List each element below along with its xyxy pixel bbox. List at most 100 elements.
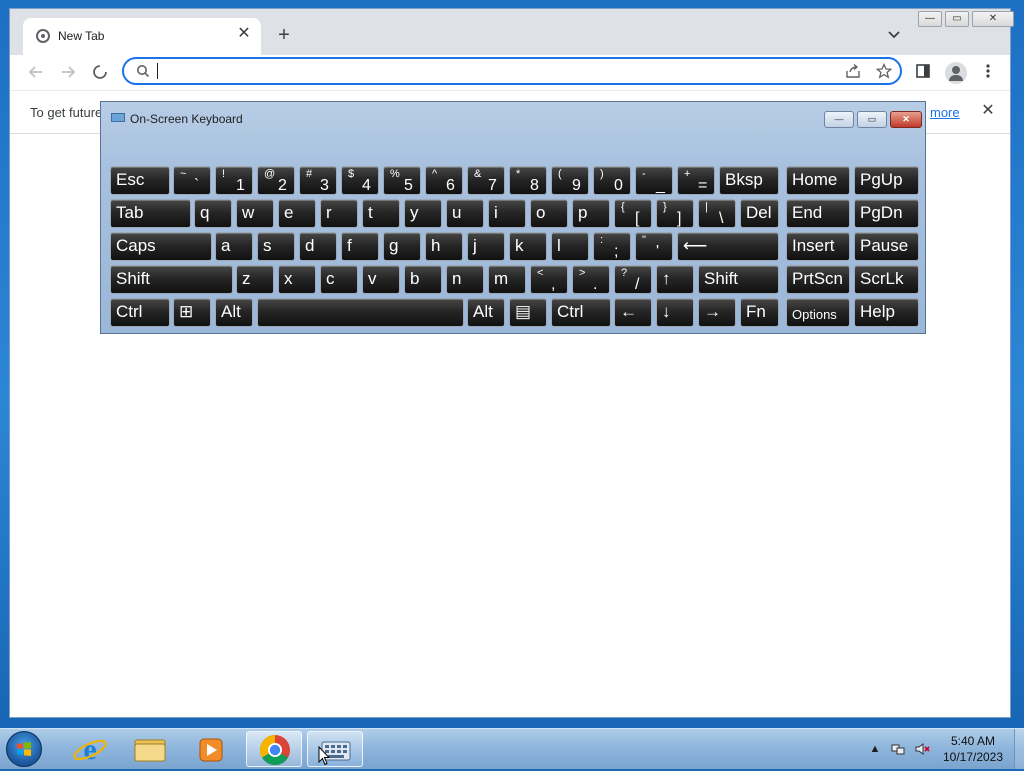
osk-key[interactable]: p [572, 199, 610, 228]
window-maximize-button[interactable]: ▭ [945, 11, 969, 27]
osk-key[interactable]: e [278, 199, 316, 228]
osk-key[interactable]: <, [530, 265, 568, 294]
osk-key[interactable]: Ctrl [551, 298, 611, 327]
osk-key[interactable]: x [278, 265, 316, 294]
osk-key[interactable]: n [446, 265, 484, 294]
osk-key[interactable]: Home [786, 166, 850, 195]
osk-key[interactable]: k [509, 232, 547, 261]
osk-key[interactable]: (9 [551, 166, 589, 195]
info-bar-learn-more-link[interactable]: more [930, 105, 960, 120]
osk-key[interactable]: l [551, 232, 589, 261]
osk-key[interactable]: Alt [215, 298, 253, 327]
osk-key[interactable]: % 5 [383, 166, 421, 195]
tab-search-chevron-icon[interactable] [886, 27, 902, 43]
system-clock[interactable]: 5:40 AM 10/17/2023 [938, 733, 1008, 765]
osk-key[interactable]: Del [740, 199, 779, 228]
media-player-taskbar-button[interactable] [183, 731, 239, 767]
osk-key[interactable]: | \ [698, 199, 736, 228]
start-button[interactable] [6, 731, 42, 767]
osk-key[interactable]: Options [786, 298, 850, 327]
forward-arrow-icon[interactable] [58, 63, 78, 83]
info-bar-close-icon[interactable]: ✕ [978, 101, 998, 121]
osk-key[interactable]: {[ [614, 199, 652, 228]
osk-key[interactable]: a [215, 232, 253, 261]
osk-key[interactable]: g [383, 232, 421, 261]
osk-key-space[interactable] [257, 298, 464, 327]
profile-icon[interactable] [945, 62, 967, 84]
address-bar[interactable] [122, 57, 902, 85]
osk-key[interactable]: >. [572, 265, 610, 294]
osk-key[interactable]: z [236, 265, 274, 294]
osk-key[interactable]: c [320, 265, 358, 294]
osk-key[interactable]: #3 [299, 166, 337, 195]
osk-key[interactable]: ⊞ [173, 298, 211, 327]
osk-key[interactable]: - _ [635, 166, 673, 195]
osk-key[interactable]: Ctrl [110, 298, 170, 327]
osk-key[interactable]: $4 [341, 166, 379, 195]
volume-muted-icon[interactable] [915, 742, 930, 756]
osk-key[interactable]: y [404, 199, 442, 228]
osk-key[interactable]: * 8 [509, 166, 547, 195]
osk-key[interactable]: ← [614, 298, 652, 327]
internet-explorer-taskbar-button[interactable]: e [62, 731, 118, 767]
osk-key[interactable]: b [404, 265, 442, 294]
osk-key[interactable]: PgUp [854, 166, 919, 195]
osk-key[interactable]: Bksp [719, 166, 779, 195]
osk-key[interactable]: i [488, 199, 526, 228]
osk-close-button[interactable]: ✕ [890, 111, 922, 128]
osk-key[interactable]: q [194, 199, 232, 228]
osk-key[interactable]: f [341, 232, 379, 261]
chrome-taskbar-button[interactable] [246, 731, 302, 767]
osk-key[interactable]: ↑ [656, 265, 694, 294]
window-minimize-button[interactable]: — [918, 11, 942, 27]
osk-key[interactable]: j [467, 232, 505, 261]
back-arrow-icon[interactable] [26, 63, 46, 83]
osk-key[interactable]: Fn [740, 298, 779, 327]
osk-restore-button[interactable]: ▭ [857, 111, 887, 128]
show-hidden-icons-arrow[interactable]: ▲ [868, 742, 882, 756]
window-close-button[interactable]: ✕ [972, 11, 1014, 27]
osk-key[interactable]: + = [677, 166, 715, 195]
side-panel-icon[interactable] [913, 63, 933, 83]
tab-new-tab[interactable]: New Tab ✕ [23, 18, 261, 55]
osk-key[interactable]: w [236, 199, 274, 228]
osk-key[interactable]: End [786, 199, 850, 228]
osk-key[interactable]: Esc [110, 166, 170, 195]
osk-key[interactable]: o [530, 199, 568, 228]
osk-key[interactable]: ScrLk [854, 265, 919, 294]
osk-key[interactable]: :; [593, 232, 631, 261]
osk-key[interactable]: Shift [698, 265, 779, 294]
osk-key[interactable]: m [488, 265, 526, 294]
osk-key[interactable]: Alt [467, 298, 505, 327]
new-tab-button[interactable]: + [273, 25, 295, 47]
osk-key[interactable]: u [446, 199, 484, 228]
osk-key[interactable]: & 7 [467, 166, 505, 195]
osk-key[interactable]: t [362, 199, 400, 228]
osk-minimize-button[interactable]: — [824, 111, 854, 128]
osk-key[interactable]: r [320, 199, 358, 228]
osk-key[interactable]: }] [656, 199, 694, 228]
osk-key[interactable]: Pause [854, 232, 919, 261]
osk-key[interactable]: d [299, 232, 337, 261]
osk-key[interactable]: h [425, 232, 463, 261]
osk-key[interactable]: Tab [110, 199, 191, 228]
osk-key[interactable]: Help [854, 298, 919, 327]
osk-key[interactable]: → [698, 298, 736, 327]
network-icon[interactable] [891, 742, 905, 756]
osk-key[interactable]: s [257, 232, 295, 261]
stop-loading-icon[interactable] [90, 63, 110, 83]
osk-key[interactable]: Shift [110, 265, 233, 294]
osk-key[interactable]: ? / [614, 265, 652, 294]
address-input[interactable] [154, 61, 798, 83]
file-explorer-taskbar-button[interactable] [122, 731, 178, 767]
osk-key[interactable]: " ' [635, 232, 673, 261]
show-desktop-button[interactable] [1014, 729, 1024, 769]
osk-key[interactable]: Insert [786, 232, 850, 261]
osk-key[interactable]: ⟵ [677, 232, 779, 261]
osk-key[interactable]: ~ ` [173, 166, 211, 195]
star-icon[interactable] [875, 62, 893, 81]
tab-close-icon[interactable]: ✕ [235, 25, 253, 43]
osk-key[interactable]: PgDn [854, 199, 919, 228]
osk-key[interactable]: ) 0 [593, 166, 631, 195]
osk-key[interactable]: PrtScn [786, 265, 850, 294]
